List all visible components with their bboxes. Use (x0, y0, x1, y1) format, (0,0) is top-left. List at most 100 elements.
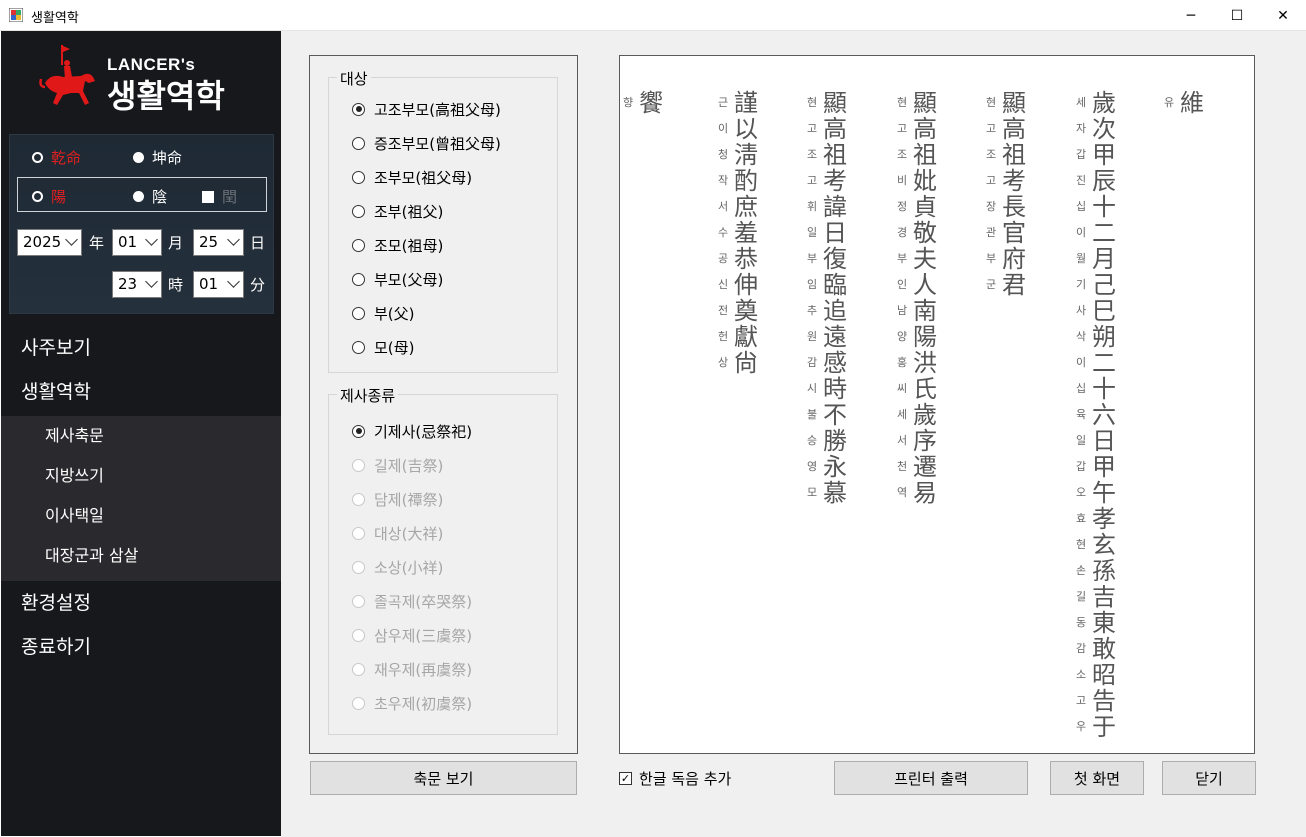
menu-life[interactable]: 생활역학 (1, 370, 281, 414)
submenu-jibang[interactable]: 지방쓰기 (1, 456, 281, 496)
reading-char: 부 (896, 252, 908, 265)
target-option[interactable]: 부(父) (352, 303, 415, 323)
hanja-char: 維 (1180, 89, 1204, 117)
target-option[interactable]: 고조부모(高祖父母) (352, 99, 501, 119)
radio-icon (352, 424, 365, 438)
reading-char: 씨 (896, 382, 908, 395)
target-option[interactable]: 부모(父母) (352, 269, 443, 289)
target-option[interactable]: 증조부모(曾祖父母) (352, 133, 501, 153)
target-option-label: 모(母) (374, 338, 415, 357)
ritual-option[interactable]: 소상(小祥) (352, 557, 443, 577)
reading-char: 진 (1075, 174, 1087, 187)
ritual-option[interactable]: 담제(禫祭) (352, 489, 443, 509)
close-window-button[interactable]: ✕ (1260, 0, 1306, 31)
reading-char: 우 (1075, 720, 1087, 733)
hanja-char: 巳 (1092, 297, 1116, 325)
submenu-chukmun[interactable]: 제사축문 (1, 416, 281, 456)
ritual-option[interactable]: 졸곡제(卒哭祭) (352, 591, 472, 611)
home-button[interactable]: 첫 화면 (1050, 761, 1144, 795)
ritual-option-label: 담제(禫祭) (374, 490, 444, 509)
day-select[interactable]: 25 (193, 229, 244, 256)
reading-char: 장 (985, 200, 997, 213)
ritual-option[interactable]: 초우제(初虞祭) (352, 693, 472, 713)
radio-icon (352, 238, 365, 252)
korean-reading-checkbox[interactable]: ✓ 한글 독음 추가 (619, 768, 731, 789)
reading-char: 조 (985, 148, 997, 161)
chukmun-preview: 유維세자갑진십이월기사삭이십육일갑오효현손길동감소고우歲次甲辰十二月己巳朔二十六… (619, 55, 1255, 754)
reading-char: 신 (717, 278, 729, 291)
menu-saju[interactable]: 사주보기 (1, 326, 281, 370)
sidebar: LANCER's 생활역학 乾命 坤命 陽 陰 閏 2025 年 01 月 25… (1, 31, 281, 836)
ritual-option[interactable]: 재우제(再虞祭) (352, 659, 472, 679)
submenu-moving-day[interactable]: 이사택일 (1, 496, 281, 536)
ritual-option[interactable]: 대상(大祥) (352, 523, 443, 543)
hanja-char: 昭 (1092, 661, 1116, 689)
close-icon: ✕ (1277, 7, 1289, 24)
hanja-char: 朔 (1092, 323, 1116, 351)
radio-icon (352, 136, 365, 150)
chevron-down-icon (227, 275, 240, 288)
hanja-char: 高 (823, 115, 847, 143)
maximize-button[interactable]: ☐ (1214, 0, 1260, 31)
print-button[interactable]: 프린터 출력 (834, 761, 1028, 795)
target-option[interactable]: 조부(祖父) (352, 201, 443, 221)
ritual-option[interactable]: 기제사(忌祭祀) (352, 421, 472, 441)
hour-select[interactable]: 23 (112, 271, 162, 298)
target-option[interactable]: 조부모(祖父母) (352, 167, 472, 187)
hanja-char: 十 (1092, 193, 1116, 221)
hanja-char: 恭 (734, 245, 758, 273)
reading-char: 영 (806, 460, 818, 473)
birth-info-panel: 乾命 坤命 陽 陰 閏 2025 年 01 月 25 日 23 時 01 分 (9, 134, 274, 314)
year-select[interactable]: 2025 (17, 229, 82, 256)
minimize-button[interactable]: ─ (1168, 0, 1214, 31)
logo-title: 생활역학 (107, 77, 225, 115)
leap-month-checkbox[interactable]: 閏 (202, 186, 237, 207)
reading-char: 일 (806, 226, 818, 239)
reading-char: 천 (896, 460, 908, 473)
hanja-char: 祖 (913, 141, 937, 169)
hanja-char: 尙 (734, 349, 758, 377)
hangul-reading: 현고조고휘일부임추원감시불승영모 (804, 90, 820, 506)
maximize-icon: ☐ (1230, 7, 1244, 24)
gender-female-radio[interactable]: 坤命 (133, 147, 182, 168)
view-chukmun-button[interactable]: 축문 보기 (310, 761, 577, 795)
radio-icon (352, 204, 365, 218)
reading-char: 고 (985, 174, 997, 187)
target-option[interactable]: 조모(祖母) (352, 235, 443, 255)
hanja-char: 顯 (823, 89, 847, 117)
hanja-char: 奠 (734, 297, 758, 325)
close-button[interactable]: 닫기 (1162, 761, 1256, 795)
minute-select[interactable]: 01 (193, 271, 244, 298)
reading-char: 남 (896, 304, 908, 317)
reading-char: 육 (1075, 408, 1087, 421)
reading-char: 고 (806, 122, 818, 135)
hanja-char: 妣 (913, 167, 937, 195)
ritual-option[interactable]: 길제(吉祭) (352, 455, 443, 475)
lunar-calendar-radio[interactable]: 陰 (133, 186, 167, 207)
ritual-option[interactable]: 삼우제(三虞祭) (352, 625, 472, 645)
hanja-char: 時 (823, 375, 847, 403)
submenu-daejanggun[interactable]: 대장군과 삼살 (1, 536, 281, 576)
hanja-char: 于 (1092, 713, 1116, 741)
hanja-char: 歲 (913, 401, 937, 429)
reading-char: 청 (717, 148, 729, 161)
ritual-option-label: 졸곡제(卒哭祭) (374, 592, 473, 611)
hanja-text: 饗 (636, 90, 666, 116)
reading-char: 역 (896, 486, 908, 499)
main-panel: 대상 고조부모(高祖父母) 증조부모(曾祖父母) 조부모(祖父母) 조부(祖父) 조모(… (281, 31, 1306, 837)
hanja-char: 官 (1002, 219, 1026, 247)
menu-exit[interactable]: 종료하기 (1, 625, 281, 669)
radio-icon (352, 102, 365, 116)
checkbox-label: 한글 독음 추가 (639, 770, 732, 788)
solar-calendar-radio[interactable]: 陽 (32, 186, 66, 207)
reading-char: 서 (717, 200, 729, 213)
target-option[interactable]: 모(母) (352, 337, 415, 357)
month-select[interactable]: 01 (112, 229, 162, 256)
gender-male-radio[interactable]: 乾命 (32, 147, 81, 168)
hanja-char: 君 (1002, 271, 1026, 299)
hanja-char: 日 (1092, 427, 1116, 455)
hanja-char: 遠 (823, 323, 847, 351)
menu-settings[interactable]: 환경설정 (1, 581, 281, 625)
hanja-char: 勝 (823, 427, 847, 455)
hanja-char: 祖 (823, 141, 847, 169)
